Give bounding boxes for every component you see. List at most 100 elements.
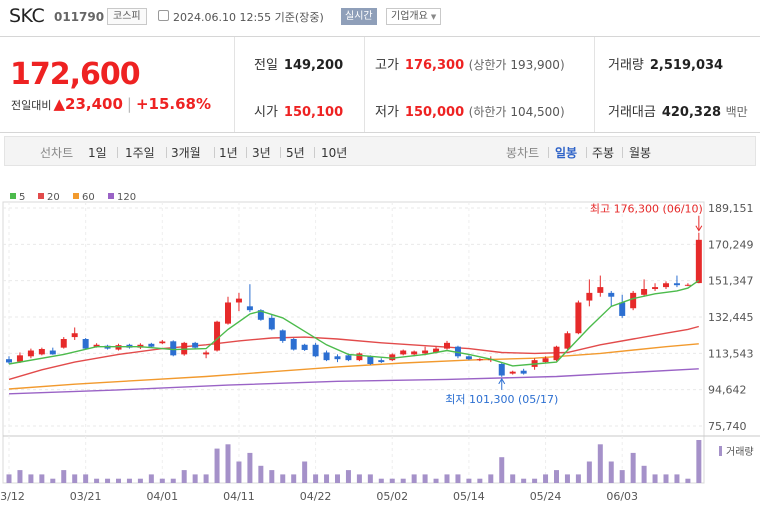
candle-body [575,302,582,334]
volume-bar [575,474,581,483]
candle [323,350,330,362]
volume-bar [510,474,516,483]
volume-bar [422,474,428,483]
x-tick-label: 04/22 [300,490,332,503]
candle-body [290,339,297,350]
candle-body [334,356,341,360]
legend-swatch [38,193,44,199]
candle-body [673,283,680,286]
candle-body [27,350,34,357]
candle-body [38,348,45,355]
candle [60,337,67,349]
volume-bar [367,474,373,483]
y-tick-label: 75,740 [708,420,747,433]
candle [652,283,659,291]
candle [695,232,702,284]
candle [312,342,319,358]
legend-label: 5 [19,192,25,203]
candle-body [520,370,527,374]
y-tick-label: 170,249 [708,238,754,251]
candle-body [586,292,593,301]
candle [27,348,34,359]
volume-legend-label: 거래량 [726,446,754,458]
volume-bar [356,474,362,483]
candle-body [695,239,702,284]
candle [214,320,221,352]
candle [159,339,166,345]
candle [246,284,253,313]
candle [641,279,648,297]
candle-body [225,302,231,324]
volume-bar [17,470,23,483]
candle-body [400,350,407,355]
volume-bar [39,474,45,483]
volume-bar [696,440,702,483]
candle [356,352,363,362]
legend-label: 120 [117,192,136,203]
volume-bar [258,465,264,483]
candle-body [49,350,56,355]
candle-body [422,350,429,354]
volume-bar [116,478,121,483]
high-annotation: 최고 176,300 (06/10) [590,203,703,216]
y-tick-label: 132,445 [708,311,754,324]
candle [553,345,560,362]
y-tick-label: 189,151 [708,202,754,215]
volume-bar [302,461,308,483]
x-tick-label: 06/03 [606,490,638,503]
candle-body [6,359,12,363]
candle [38,347,45,356]
volume-bar [466,478,472,483]
candle [509,370,516,375]
candle [49,347,56,355]
candle-body [82,339,89,349]
volume-bar [247,452,253,483]
candle-body [498,363,505,376]
candle-body [301,344,308,350]
volume-bar [652,474,658,483]
legend-swatch [10,193,16,199]
candle [684,283,691,287]
candle [630,290,637,311]
volume-bar [389,478,395,483]
volume-bar [543,474,549,483]
candle-body [345,355,352,361]
candle [586,279,593,307]
volume-bar [554,470,559,483]
volume-bar [291,474,297,483]
volume-bar [225,444,231,483]
volume-bar [400,478,406,483]
volume-bar [6,474,12,483]
candle-body [356,353,363,361]
candle-body [312,344,319,357]
candle-body [509,371,516,374]
volume-bar [50,478,56,483]
volume-bar [411,474,417,483]
legend-swatch [73,193,79,199]
candle [301,343,308,351]
candle [476,358,483,362]
candle [225,296,231,325]
volume-bar [83,474,89,483]
volume-bar [269,470,275,483]
candle [378,358,385,364]
candle-body [192,342,199,348]
volume-bar [170,478,176,483]
volume-bar [72,474,78,483]
volume-bar [203,474,209,483]
legend-swatch [108,193,114,199]
volume-bar [586,461,592,483]
candle-body [159,341,166,344]
legend-label: 20 [47,192,60,203]
y-tick-label: 113,543 [708,347,754,360]
candle-body [564,333,571,349]
candle [619,294,626,318]
candle-body [663,283,669,288]
volume-bar [148,474,154,483]
volume-bar [280,474,286,483]
candle [575,300,582,335]
volume-bar [619,470,625,483]
candle-body [465,356,472,360]
candle [279,329,286,343]
volume-bar [126,478,132,483]
